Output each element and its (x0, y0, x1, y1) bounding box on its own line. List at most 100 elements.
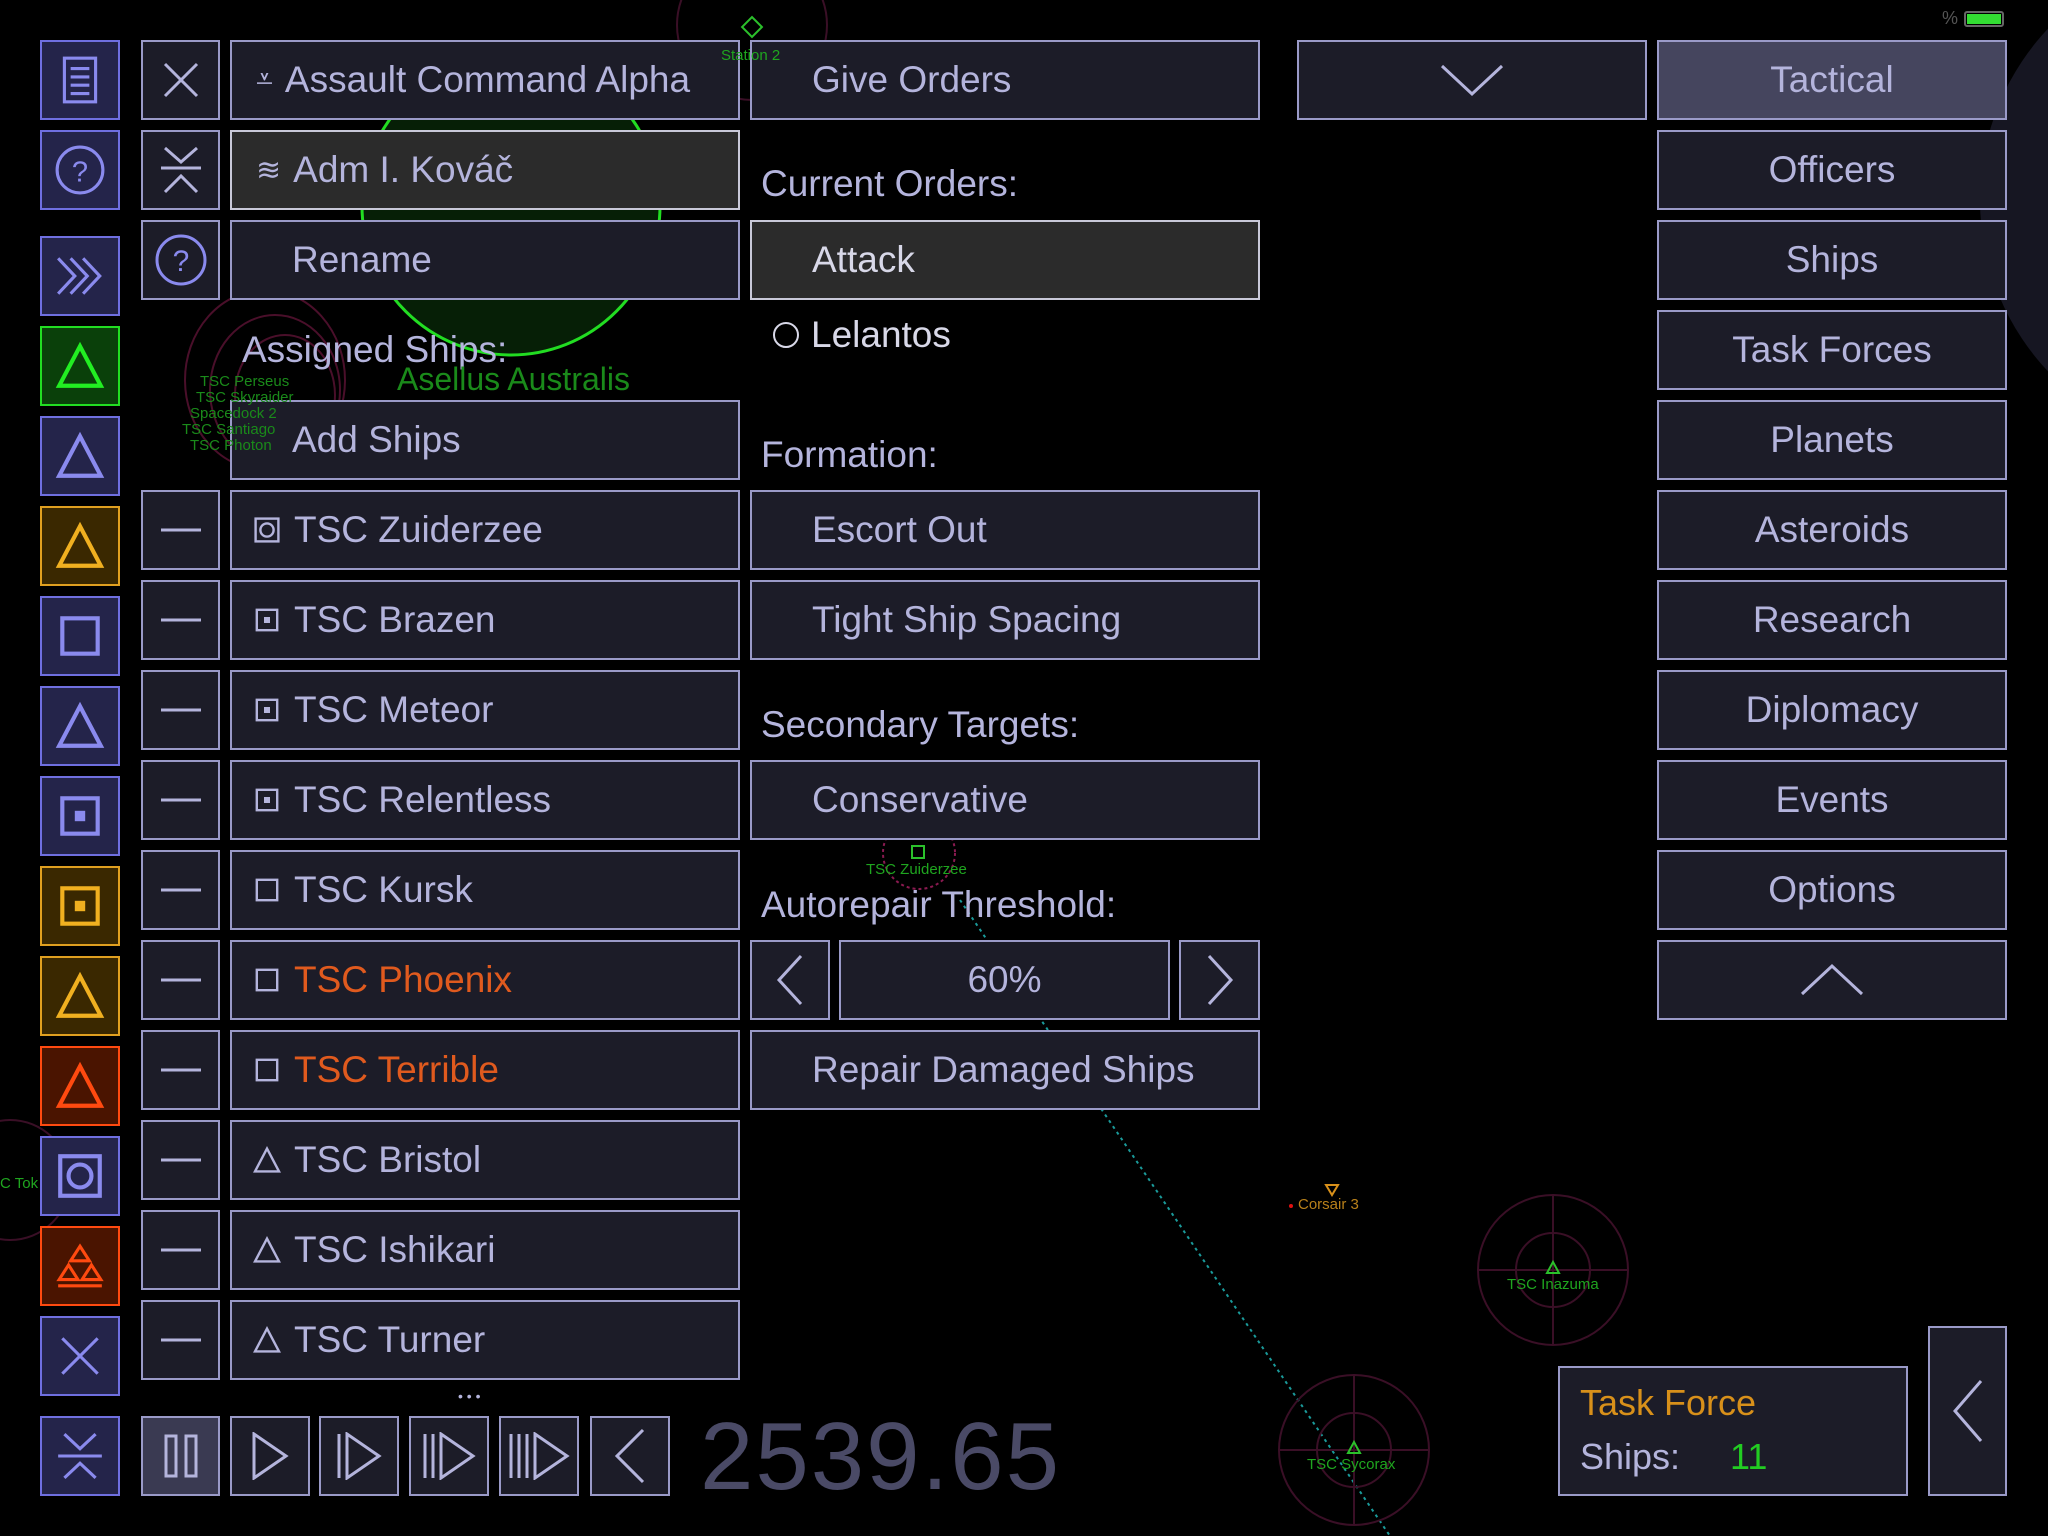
nav-ships[interactable]: Ships (1657, 220, 2007, 300)
ship-list-item[interactable]: TSC Meteor (230, 670, 740, 750)
toolbar-help-blue-button[interactable]: ? (40, 130, 120, 210)
nav-research[interactable]: Research (1657, 580, 2007, 660)
game-clock: 2539.65 (700, 1403, 1062, 1510)
nav-planets[interactable]: Planets (1657, 400, 2007, 480)
back-button[interactable] (590, 1416, 670, 1496)
pause-icon (163, 1434, 199, 1478)
help-button[interactable]: ? (141, 220, 220, 300)
remove-ship-button[interactable] (141, 580, 220, 660)
remove-ship-button[interactable] (141, 1210, 220, 1290)
nav-diplomacy[interactable]: Diplomacy (1657, 670, 2007, 750)
chevron-down-icon (1440, 62, 1504, 98)
ship-list-item[interactable]: TSC Turner (230, 1300, 740, 1380)
ship-name: TSC Brazen (294, 599, 496, 640)
autorepair-decrease-button[interactable] (750, 940, 830, 1020)
toolbar-close-blue-button[interactable] (40, 1316, 120, 1396)
toolbar-triangle-blue-button[interactable] (40, 416, 120, 496)
remove-ship-button[interactable] (141, 490, 220, 570)
toolbar-square-dot-blue-button[interactable] (40, 776, 120, 856)
secondary-targets-button[interactable]: Conservative (750, 760, 1260, 840)
remove-ship-button[interactable] (141, 670, 220, 750)
square-circle-icon (54, 1150, 106, 1202)
remove-ship-button[interactable] (141, 1030, 220, 1110)
add-ships-button[interactable]: Add Ships (230, 400, 740, 480)
nav-events[interactable]: Events (1657, 760, 2007, 840)
ship-class-square-icon (252, 875, 282, 905)
ship-list-item[interactable]: TSC Phoenix (230, 940, 740, 1020)
fast-forward-chevrons-icon (54, 250, 106, 302)
close-button[interactable] (141, 40, 220, 120)
ship-class-square-dot-icon (252, 605, 282, 635)
summary-title: Task Force (1580, 1382, 1757, 1423)
toolbar-document-list-blue-button[interactable] (40, 40, 120, 120)
toolbar-triangle-orange-button[interactable] (40, 956, 120, 1036)
zuiderzee-marker (911, 845, 925, 859)
spacing-button[interactable]: Tight Ship Spacing (750, 580, 1260, 660)
formation-button[interactable]: Escort Out (750, 490, 1260, 570)
speed-2-button[interactable] (319, 1416, 399, 1496)
toolbar-stacked-triangles-red-button[interactable] (40, 1226, 120, 1306)
toolbar-collapse-blue-button[interactable] (40, 1416, 120, 1496)
collapse-panel-button[interactable] (1928, 1326, 2007, 1496)
task-force-summary[interactable]: Task Force Ships: 11 (1558, 1366, 1908, 1496)
remove-ship-button[interactable] (141, 940, 220, 1020)
nav-task-forces[interactable]: Task Forces (1657, 310, 2007, 390)
ship-class-triangle-icon (252, 1145, 282, 1175)
ship-list-item[interactable]: TSC Brazen (230, 580, 740, 660)
square-dot-icon (54, 790, 106, 842)
toolbar-triangle-green-button[interactable] (40, 326, 120, 406)
ship-list-item[interactable]: TSC Ishikari (230, 1210, 740, 1290)
target-radio[interactable]: Lelantos (773, 295, 951, 375)
remove-ship-button[interactable] (141, 1120, 220, 1200)
rank-insignia-icon: ≋ (256, 153, 282, 187)
remove-ship-button[interactable] (141, 760, 220, 840)
current-order-button[interactable]: Attack (750, 220, 1260, 300)
ship-list-item[interactable]: TSC Kursk (230, 850, 740, 930)
document-list-icon (54, 54, 106, 106)
task-force-icon: ⩡ (256, 63, 273, 96)
toolbar-square-dot-orange-button[interactable] (40, 866, 120, 946)
rename-button[interactable]: Rename (230, 220, 740, 300)
dropdown-toggle-button[interactable] (1297, 40, 1647, 120)
play-button[interactable] (230, 1416, 310, 1496)
nav-options[interactable]: Options (1657, 850, 2007, 930)
repair-damaged-ships-button[interactable]: Repair Damaged Ships (750, 1030, 1260, 1110)
collapse-button[interactable] (141, 130, 220, 210)
fastest-play-icon (507, 1432, 571, 1480)
give-orders-button[interactable]: Give Orders (750, 40, 1260, 120)
toolbar-square-circle-blue-button[interactable] (40, 1136, 120, 1216)
commander-button[interactable]: ≋ Adm I. Kováč (230, 130, 740, 210)
ship-list-item[interactable]: TSC Bristol (230, 1120, 740, 1200)
toolbar-triangle-orange-button[interactable] (40, 506, 120, 586)
secondary-targets-label: Secondary Targets: (761, 704, 1080, 745)
toolbar-triangle-blue-button[interactable] (40, 686, 120, 766)
ship-name: TSC Relentless (294, 779, 552, 820)
chevron-left-icon (1951, 1379, 1985, 1443)
remove-ship-button[interactable] (141, 1300, 220, 1380)
ship-list-item[interactable]: TSC Terrible (230, 1030, 740, 1110)
triangle-icon (54, 970, 106, 1022)
ship-list-item[interactable]: TSC Relentless (230, 760, 740, 840)
svg-text:?: ? (172, 245, 189, 278)
remove-ship-button[interactable] (141, 850, 220, 930)
target-name: Lelantos (811, 314, 951, 355)
formation-label: Formation: (761, 434, 938, 475)
scroll-up-button[interactable] (1657, 940, 2007, 1020)
ship-list-item[interactable]: TSC Zuiderzee (230, 490, 740, 570)
speed-3-button[interactable] (409, 1416, 489, 1496)
speed-4-button[interactable] (499, 1416, 579, 1496)
task-force-name-button[interactable]: ⩡ Assault Command Alpha (230, 40, 740, 120)
close-icon (54, 1330, 106, 1382)
battery-indicator: % (1942, 8, 2005, 29)
nav-asteroids[interactable]: Asteroids (1657, 490, 2007, 570)
nav-officers[interactable]: Officers (1657, 130, 2007, 210)
toolbar-square-blue-button[interactable] (40, 596, 120, 676)
toolbar-triangle-red-button[interactable] (40, 1046, 120, 1126)
toolbar-fast-forward-chevrons-blue-button[interactable] (40, 236, 120, 316)
pause-button[interactable] (141, 1416, 220, 1496)
minus-icon (160, 977, 201, 983)
svg-text:?: ? (72, 156, 88, 188)
autorepair-increase-button[interactable] (1179, 940, 1260, 1020)
give-orders-label: Give Orders (812, 59, 1012, 100)
nav-tactical[interactable]: Tactical (1657, 40, 2007, 120)
